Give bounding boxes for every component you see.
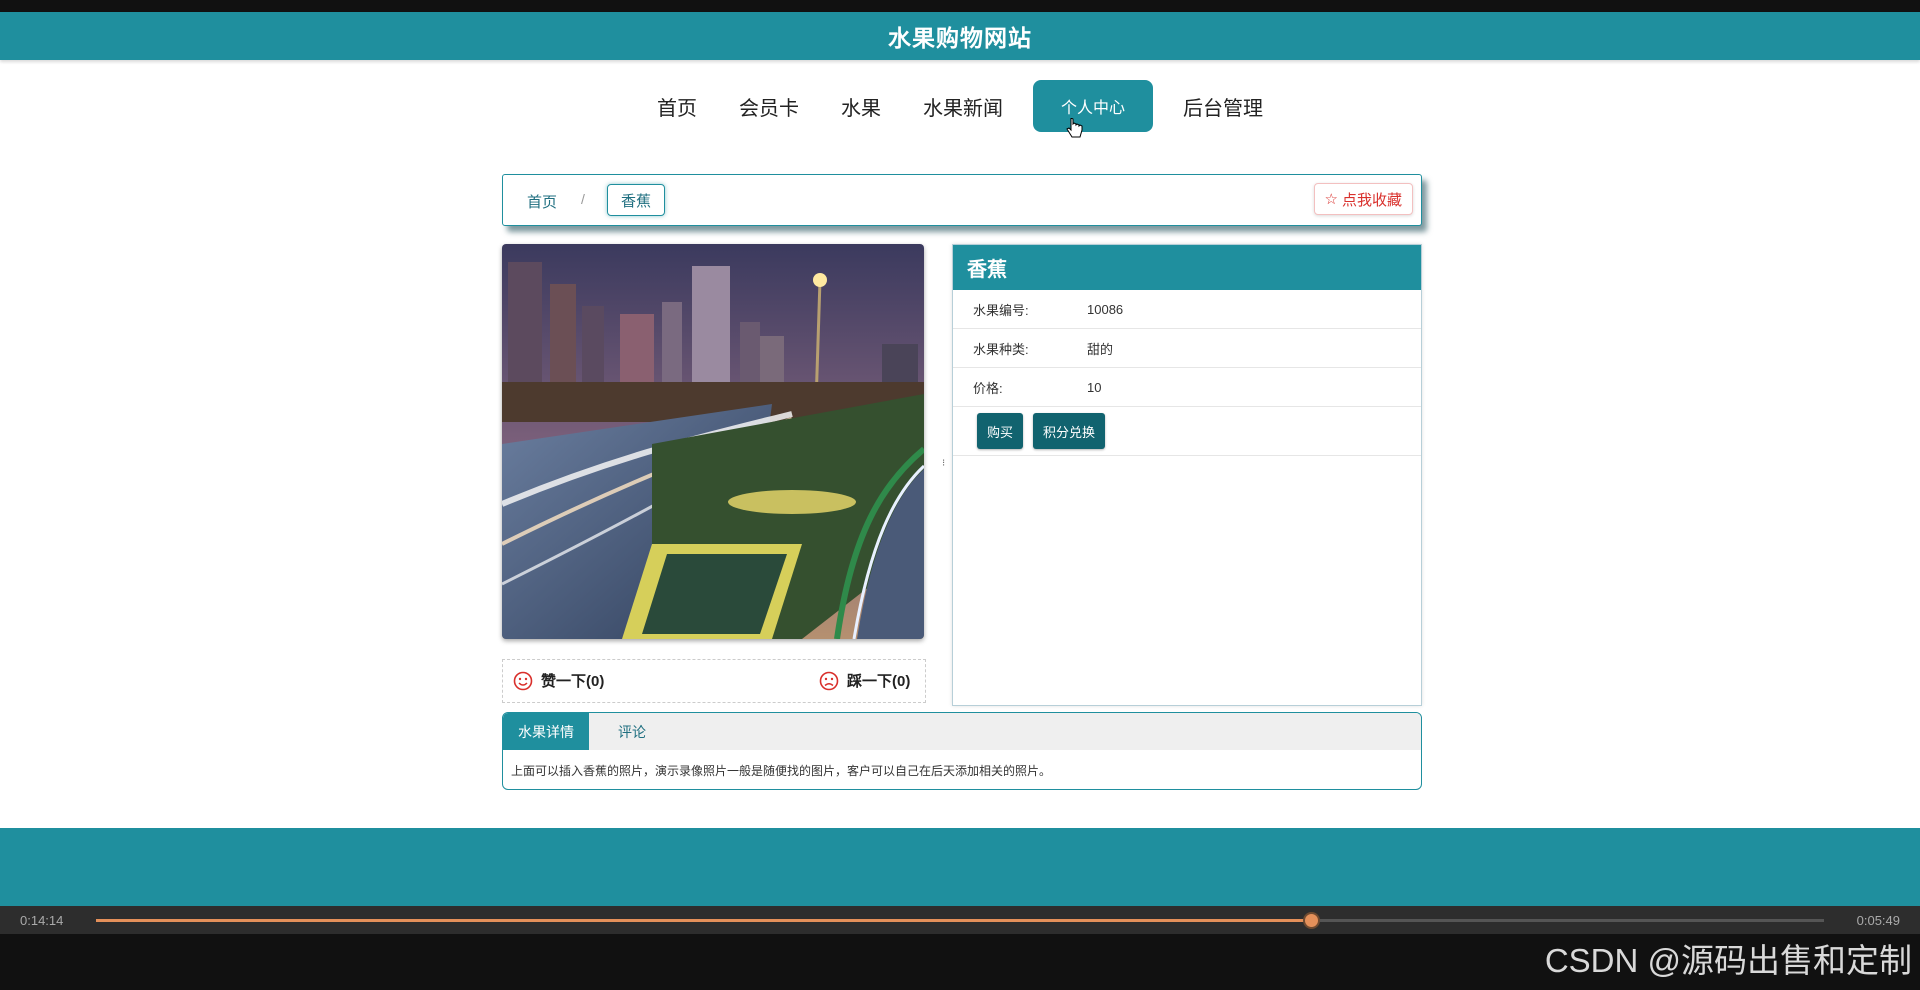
vote-down-button[interactable]: 踩一下(0): [819, 670, 910, 691]
points-exchange-button[interactable]: 积分兑换: [1033, 413, 1106, 449]
nav-item-fruit-news[interactable]: 水果新闻: [911, 80, 1015, 132]
site-title: 水果购物网站: [888, 25, 1032, 51]
vote-box: 赞一下(0) 踩一下(0): [502, 659, 926, 703]
nav-item-personal-center[interactable]: 个人中心: [1032, 80, 1153, 132]
field-label: 水果种类:: [973, 341, 1029, 357]
favorite-button[interactable]: ☆ 点我收藏: [1313, 183, 1413, 215]
tab-comments[interactable]: 评论: [589, 713, 675, 750]
field-row-type: 水果种类: 甜的: [953, 329, 1421, 368]
tab-header: 水果详情 评论: [503, 713, 1421, 750]
action-buttons: 购买 积分兑换: [953, 407, 1421, 456]
field-value: 10086: [1087, 301, 1124, 317]
frown-icon: [819, 671, 839, 690]
hand-cursor-icon: [1066, 118, 1083, 138]
elapsed-time: 0:14:14: [20, 913, 64, 928]
product-name: 香蕉: [953, 245, 1421, 290]
star-icon: ☆: [1324, 191, 1338, 208]
main-nav: 首页 会员卡 水果 水果新闻 个人中心 后台管理: [0, 80, 1920, 132]
panel-divider-handle[interactable]: ⁝: [942, 458, 945, 469]
site-footer: [0, 828, 1920, 906]
field-label: 水果编号:: [973, 302, 1029, 318]
product-photo: [502, 244, 924, 639]
vote-up-label: 赞一下(0): [541, 673, 605, 690]
progress-knob[interactable]: [1302, 912, 1320, 929]
breadcrumb-home-link[interactable]: 首页: [527, 191, 557, 212]
window-top-strip: [0, 0, 1920, 12]
nav-item-home[interactable]: 首页: [645, 80, 709, 132]
watermark-text: CSDN @源码出售和定制: [1544, 942, 1912, 979]
field-value: 甜的: [1087, 341, 1114, 357]
remaining-time: 0:05:49: [1856, 913, 1900, 928]
field-label: 价格:: [973, 380, 1003, 396]
field-row-price: 价格: 10: [953, 368, 1421, 407]
tab-fruit-details[interactable]: 水果详情: [503, 713, 589, 750]
video-player-bar: 0:14:14 0:05:49 CSDN @源码出售和定制: [0, 906, 1920, 990]
vote-down-label: 踩一下(0): [847, 673, 911, 690]
breadcrumb-separator: /: [581, 191, 585, 207]
progress-bar-area: 0:14:14 0:05:49: [0, 906, 1920, 934]
field-row-id: 水果编号: 10086: [953, 290, 1421, 329]
favorite-label: 点我收藏: [1341, 191, 1402, 209]
detail-tabs: 水果详情 评论 上面可以插入香蕉的照片，演示录像照片一般是随便找的图片，客户可以…: [502, 712, 1422, 790]
buy-button[interactable]: 购买: [977, 413, 1024, 449]
nav-item-member-card[interactable]: 会员卡: [727, 80, 811, 132]
nav-item-admin[interactable]: 后台管理: [1171, 80, 1275, 132]
nav-item-fruit[interactable]: 水果: [829, 80, 893, 132]
vote-up-button[interactable]: 赞一下(0): [513, 670, 604, 691]
smile-icon: [513, 671, 533, 690]
site-header: 水果购物网站: [0, 12, 1920, 60]
progress-fill: [96, 919, 1311, 922]
tab-content-text: 上面可以插入香蕉的照片，演示录像照片一般是随便找的图片，客户可以自己在后天添加相…: [511, 764, 1052, 778]
progress-track[interactable]: [96, 912, 1824, 929]
product-info-panel: 香蕉 水果编号: 10086 水果种类: 甜的 价格: 10 购买 积分兑换: [952, 244, 1422, 706]
field-value: 10: [1087, 379, 1102, 395]
breadcrumb-bar: 首页 / 香蕉 ☆ 点我收藏: [502, 174, 1422, 226]
breadcrumb-current[interactable]: 香蕉: [607, 184, 665, 216]
